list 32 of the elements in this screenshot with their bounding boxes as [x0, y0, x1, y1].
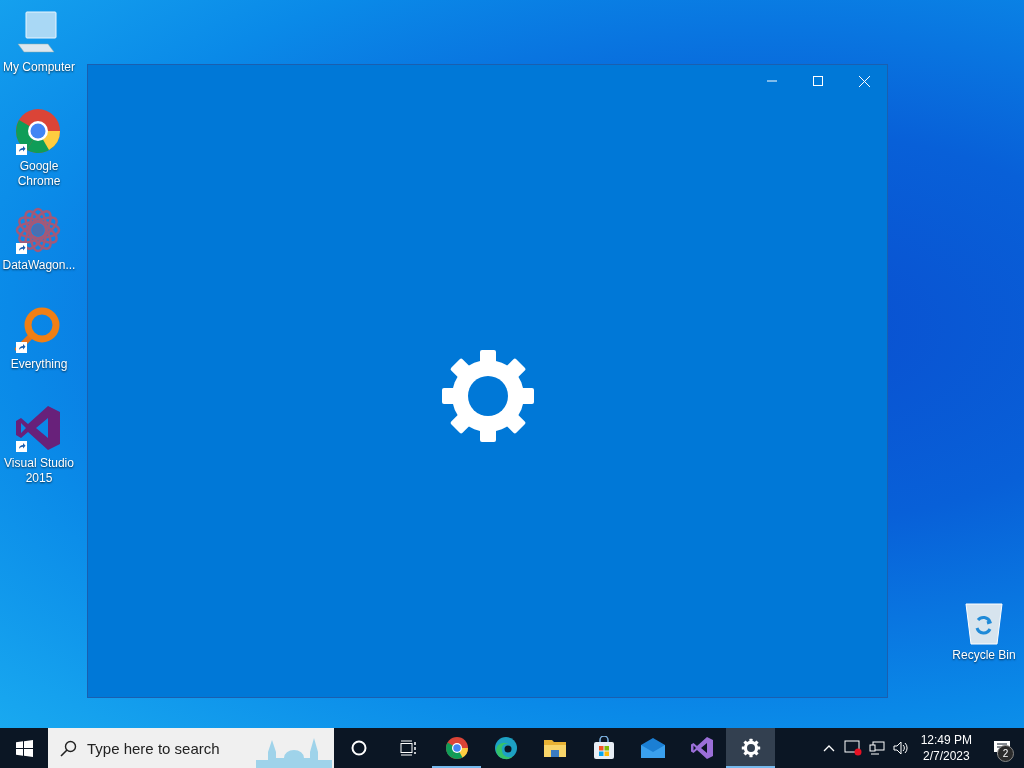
visual-studio-icon — [689, 736, 714, 760]
store-icon — [592, 736, 615, 760]
maximize-icon — [813, 76, 823, 86]
task-view-icon — [398, 740, 417, 756]
edge-icon — [493, 736, 518, 760]
search-icon — [60, 740, 77, 757]
shortcut-arrow-icon — [16, 243, 27, 254]
desktop-icon-label[interactable]: Google Chrome — [1, 159, 77, 189]
desktop-icon-label[interactable]: Visual Studio 2015 — [1, 456, 77, 486]
shortcut-arrow-icon — [16, 342, 27, 353]
desktop-icon-label[interactable]: DataWagon... — [1, 258, 77, 273]
clock[interactable]: 12:49 PM 2/7/2023 — [912, 732, 980, 764]
notifications-button[interactable]: 2 — [980, 728, 1024, 768]
desktop-icon-label[interactable]: My Computer — [1, 60, 77, 75]
shortcut-arrow-icon — [16, 144, 27, 155]
magnifier-icon — [14, 305, 62, 353]
windows-logo-icon — [15, 739, 33, 757]
envelope-icon — [639, 738, 666, 758]
circle-icon — [350, 740, 367, 756]
desktop-icon-label[interactable]: Everything — [1, 357, 77, 372]
folder-icon — [542, 737, 567, 759]
close-icon — [858, 75, 870, 87]
gear-icon — [740, 738, 761, 758]
desktop-icon-label[interactable]: Recycle Bin — [946, 648, 1022, 663]
taskbar-app-button[interactable] — [726, 728, 775, 768]
recycle-bin-icon — [964, 600, 1004, 646]
chrome-icon — [14, 107, 62, 155]
visual-studio-icon — [14, 404, 62, 452]
chrome-icon — [444, 736, 469, 760]
starburst-icon — [14, 206, 62, 254]
search-field[interactable]: Type here to search — [48, 728, 254, 768]
shortcut-arrow-icon — [16, 441, 27, 452]
